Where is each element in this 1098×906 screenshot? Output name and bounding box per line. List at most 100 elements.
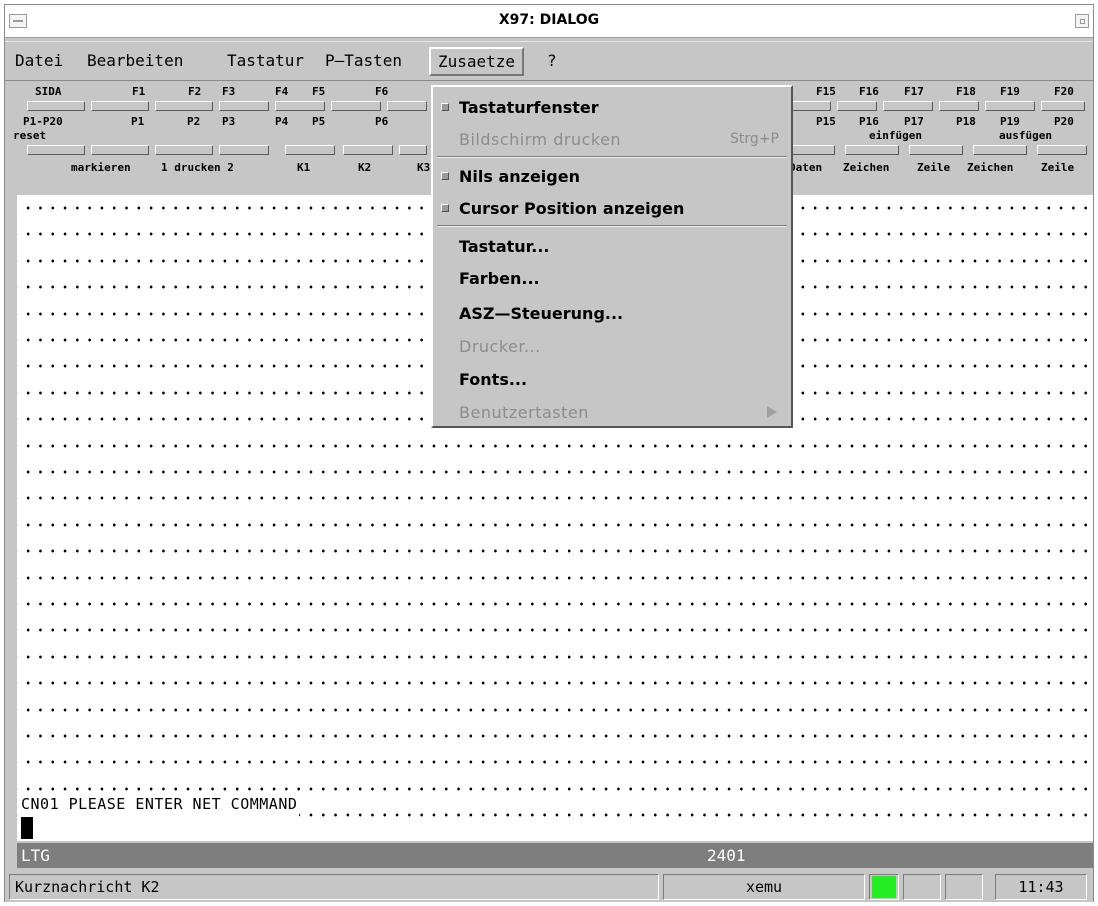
menu-datei[interactable]: Datei [15, 51, 63, 70]
menuitem-benutzertasten[interactable]: Benutzertasten [433, 396, 791, 428]
checkbox-icon [441, 172, 449, 180]
fkey-label-f17: F17 [904, 85, 924, 98]
fkey-button-f18[interactable] [939, 101, 979, 111]
terminal-row [17, 432, 1093, 459]
pkey-label-p5: P5 [312, 115, 326, 128]
text-cursor [21, 817, 33, 839]
fkey-button-f20[interactable] [1041, 101, 1085, 111]
zusaetze-dropdown-menu: Tastaturfenster Bildschirm drucken Strg+… [431, 85, 793, 428]
pkey-label-p3: P3 [222, 115, 236, 128]
fkey-label-f5: F5 [312, 85, 326, 98]
fkey-label-f15: F15 [816, 85, 836, 98]
terminal-row [17, 511, 1093, 538]
key-label-k2: K2 [358, 161, 372, 174]
application-window: X97: DIALOG Datei Bearbeiten Tastatur P—… [4, 4, 1094, 902]
pkey-button-p1[interactable] [91, 145, 149, 155]
terminal-row [17, 670, 1093, 697]
fkey-button-f1[interactable] [91, 101, 149, 111]
pkey-button-p15[interactable] [791, 145, 835, 155]
menuitem-bildschirm-drucken[interactable]: Bildschirm drucken Strg+P [433, 123, 791, 155]
menuitem-farben[interactable]: Farben... [433, 262, 791, 294]
fkey-button-f4[interactable] [275, 101, 325, 111]
fkey-label-f20: F20 [1054, 85, 1074, 98]
fkey-button-f6[interactable] [387, 101, 427, 111]
key-label-daten: Daten [789, 161, 823, 174]
pkey-button-p18[interactable] [973, 145, 1027, 155]
menu-tastatur[interactable]: Tastatur [227, 51, 304, 70]
pkey-label-p19: P19 [1000, 115, 1020, 128]
pkey-button-p3[interactable] [219, 145, 269, 155]
clock: 11:43 [995, 874, 1087, 900]
key-label-zeile-1: Zeile [917, 161, 951, 174]
key-label-zeichen-2: Zeichen [967, 161, 1014, 174]
fkey-button-f17[interactable] [883, 101, 933, 111]
fkey-button-f15[interactable] [791, 101, 831, 111]
fkey-label-f16: F16 [859, 85, 879, 98]
message-field: Kurznachricht K2 [9, 874, 659, 900]
menuitem-drucker[interactable]: Drucker... [433, 330, 791, 362]
menu-bearbeiten[interactable]: Bearbeiten [87, 51, 183, 70]
key-label-k3: K3 [417, 161, 431, 174]
menuitem-label: Benutzertasten [459, 403, 589, 422]
terminal-message: CN01 PLEASE ENTER NET COMMAND [21, 791, 300, 817]
pkey-label-p16: P16 [859, 115, 879, 128]
fkey-button-f2[interactable] [155, 101, 213, 111]
empty-cell-2 [945, 874, 983, 900]
terminal-row [17, 459, 1093, 485]
maximize-icon[interactable] [1075, 14, 1089, 28]
menu-separator [437, 156, 787, 158]
status-number: 2401 [707, 846, 746, 865]
pkey-button-p1-p20[interactable] [27, 145, 85, 155]
terminal-row [17, 591, 1093, 617]
menu-zusaetze[interactable]: Zusaetze [429, 47, 525, 76]
key-label-zeichen-1: Zeichen [843, 161, 890, 174]
pkey-button-p17[interactable] [909, 145, 963, 155]
fkey-button-f3[interactable] [219, 101, 269, 111]
fkey-button-f5[interactable] [331, 101, 381, 111]
host-field: xemu [663, 874, 865, 900]
menuitem-tastatur[interactable]: Tastatur... [433, 230, 791, 262]
status-line: LTG 2401 [17, 843, 1093, 868]
pkey-button-p16[interactable] [845, 145, 899, 155]
fkey-label-f2: F2 [188, 85, 202, 98]
menuitem-label: Fonts... [459, 370, 528, 389]
pkey-label-einfuegen: einfügen [869, 129, 922, 142]
window-title: X97: DIALOG [498, 12, 600, 28]
menuitem-cursor-position[interactable]: Cursor Position anzeigen [433, 192, 791, 224]
menuitem-accelerator: Strg+P [730, 131, 779, 147]
menuitem-tastaturfenster[interactable]: Tastaturfenster [433, 91, 791, 123]
terminal-row [17, 617, 1093, 644]
title-bar: X97: DIALOG [5, 5, 1093, 38]
key-label-k1: K1 [297, 161, 311, 174]
pkey-button-p4[interactable] [285, 145, 335, 155]
pkey-label-p4: P4 [275, 115, 289, 128]
menuitem-label: Tastatur... [459, 237, 550, 256]
menu-p-tasten[interactable]: P—Tasten [325, 51, 402, 70]
pkey-button-p6[interactable] [399, 145, 427, 155]
checkbox-icon [441, 204, 449, 212]
fkey-button-f19[interactable] [985, 101, 1035, 111]
checkbox-icon [441, 103, 449, 111]
pkey-button-p19[interactable] [1037, 145, 1087, 155]
empty-cell-1 [903, 874, 941, 900]
menuitem-fonts[interactable]: Fonts... [433, 363, 791, 395]
terminal-row [17, 538, 1093, 565]
fkey-label-f19: F19 [1000, 85, 1020, 98]
menuitem-label: ASZ—Steuerung... [459, 304, 624, 323]
menuitem-asz-steuerung[interactable]: ASZ—Steuerung... [433, 297, 791, 329]
pkey-button-p2[interactable] [155, 145, 213, 155]
fkey-label-f1: F1 [132, 85, 146, 98]
menuitem-nils-anzeigen[interactable]: Nils anzeigen [433, 160, 791, 192]
pkey-label-p17: P17 [904, 115, 924, 128]
pkey-label-p18: P18 [956, 115, 976, 128]
fkey-label-f3: F3 [222, 85, 236, 98]
fkey-button-sida[interactable] [27, 101, 85, 111]
pkey-button-p5[interactable] [343, 145, 393, 155]
key-label-drucken: 1 drucken 2 [161, 161, 234, 174]
pkey-label-p1: P1 [131, 115, 145, 128]
pkey-label-p2: P2 [187, 115, 201, 128]
fkey-label-sida: SIDA [35, 85, 62, 98]
terminal-row [17, 723, 1093, 749]
fkey-button-f16[interactable] [837, 101, 877, 111]
menu-help[interactable]: ? [547, 51, 557, 70]
